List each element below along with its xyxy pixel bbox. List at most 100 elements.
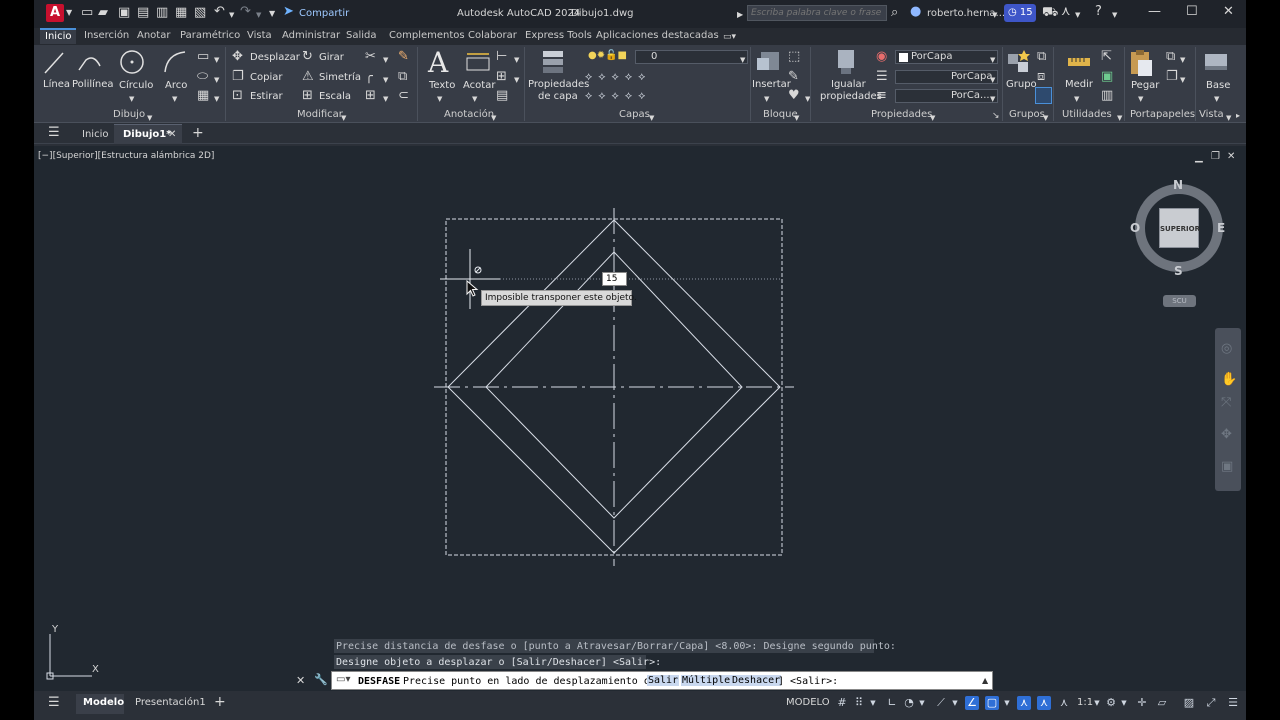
ellipse-tool-icon[interactable]: ⬭ <box>197 70 208 84</box>
move-icon[interactable]: ✥ <box>232 50 243 64</box>
workspace-gear-icon[interactable]: ⚙ <box>1104 696 1118 710</box>
array-dropdown-icon[interactable]: ▼ <box>383 92 388 106</box>
lineweight-dropdown-chevron-icon[interactable]: ▼ <box>990 92 995 106</box>
group-selection-toggle[interactable] <box>1035 87 1052 104</box>
ungroup-icon[interactable]: ⧉ <box>1037 50 1046 64</box>
tab-administrar[interactable]: Administrar <box>282 30 340 41</box>
scale-label[interactable]: Escala <box>319 91 351 102</box>
panel-utilidades-expand-icon[interactable]: ▼ <box>1117 111 1122 125</box>
object-snap-tracking-icon[interactable]: ∠ <box>965 696 979 710</box>
offset-icon[interactable]: ⊂ <box>398 89 409 103</box>
close-icon[interactable]: ✕ <box>1223 5 1234 19</box>
share-icon[interactable]: ➤ <box>283 5 294 19</box>
polyline-tool-icon[interactable] <box>76 50 104 76</box>
text-dropdown-icon[interactable]: ▼ <box>437 92 442 106</box>
tab-aplicaciones-destacadas[interactable]: Aplicaciones destacadas <box>596 30 719 41</box>
compass-east[interactable]: E <box>1217 221 1225 235</box>
stretch-label[interactable]: Estirar <box>250 91 283 102</box>
command-customize-icon[interactable]: 🔧 <box>314 673 328 687</box>
compass-north[interactable]: N <box>1173 178 1183 192</box>
undo-dropdown-icon[interactable]: ▼ <box>229 8 234 22</box>
polyline-tool-label[interactable]: Polilínea <box>72 79 114 90</box>
circle-tool-icon[interactable] <box>118 48 146 76</box>
steering-wheel-icon[interactable]: ◎ <box>1221 342 1232 356</box>
panel-grupos-expand-icon[interactable]: ▼ <box>1043 111 1048 125</box>
new-file-icon[interactable]: ▭ <box>81 6 93 20</box>
lineweight-icon[interactable]: ≡ <box>876 89 887 103</box>
arc-tool-icon[interactable] <box>161 48 189 76</box>
linetype-dropdown[interactable]: PorCapa <box>895 70 998 84</box>
panel-label-grupos[interactable]: Grupos <box>1009 109 1045 120</box>
scale-icon[interactable]: ⊞ <box>302 89 313 103</box>
undo-icon[interactable]: ↶ <box>214 5 225 19</box>
auto-scale-icon[interactable]: ⋏ <box>1037 696 1051 710</box>
paste-icon[interactable] <box>1128 48 1154 78</box>
quick-select-icon[interactable]: ⇱ <box>1101 50 1112 64</box>
trim-dropdown-icon[interactable]: ▼ <box>383 53 388 67</box>
fillet-dropdown-icon[interactable]: ▼ <box>383 73 388 87</box>
share-button[interactable]: Compartir <box>299 8 349 19</box>
color-dropdown[interactable]: PorCapa <box>895 50 998 64</box>
app-dropdown-icon[interactable]: ▼ <box>1075 8 1080 22</box>
rotate-label[interactable]: Girar <box>319 52 344 63</box>
stretch-icon[interactable]: ⊡ <box>232 89 243 103</box>
cut-dropdown-icon[interactable]: ▼ <box>1180 73 1185 87</box>
panel-label-utilidades[interactable]: Utilidades <box>1062 109 1112 120</box>
base-view-dropdown-icon[interactable]: ▼ <box>1214 92 1219 106</box>
rectangle-tool-icon[interactable]: ▭ <box>197 50 209 64</box>
annotation-table-icon[interactable]: ▤ <box>496 89 508 103</box>
edit-block-icon[interactable]: ✎ <box>788 70 799 84</box>
compass-south[interactable]: S <box>1174 264 1183 278</box>
circle-dropdown-icon[interactable]: ▼ <box>129 92 134 106</box>
layer-properties-label-2[interactable]: de capa <box>538 91 578 102</box>
color-wheel-icon[interactable]: ◉ <box>876 50 887 64</box>
tab-inicio[interactable]: Inicio <box>40 28 77 44</box>
option-deshacer[interactable]: Deshacer <box>731 675 782 686</box>
workspace-dropdown-icon[interactable]: ▼ <box>1117 696 1131 710</box>
insert-dropdown-icon[interactable]: ▼ <box>764 92 769 106</box>
viewcube-top-face[interactable]: SUPERIOR <box>1159 208 1200 248</box>
grid-icon[interactable]: # <box>835 696 849 710</box>
leader-dropdown-icon[interactable]: ▼ <box>514 53 519 67</box>
insert-block-label[interactable]: Insertar <box>752 79 791 90</box>
notifications-badge[interactable]: ◷ 15 <box>1004 4 1036 22</box>
layer-properties-label-1[interactable]: Propiedades <box>528 79 589 90</box>
dimension-tool-label[interactable]: Acotar <box>463 80 495 91</box>
panel-capas-expand-icon[interactable]: ▼ <box>649 111 654 125</box>
layout-menu-icon[interactable]: ☰ <box>48 696 60 710</box>
annotation-monitor-icon[interactable]: ⋏ <box>1057 696 1071 710</box>
ribbon-minimize-icon[interactable]: ▭▾ <box>723 30 736 44</box>
select-all-icon[interactable]: ▣ <box>1101 70 1113 84</box>
isodraft-icon[interactable]: ⟋ <box>934 696 948 710</box>
scale-dropdown-icon[interactable]: ▼ <box>1090 696 1104 710</box>
save-as-icon[interactable]: ▤ <box>137 6 149 20</box>
autodesk-app-icon[interactable]: ⋏ <box>1061 5 1071 19</box>
group-label[interactable]: Grupo <box>1006 79 1037 90</box>
panel-modificar-expand-icon[interactable]: ▼ <box>341 111 346 125</box>
hatch-tool-icon[interactable]: ▦ <box>197 89 209 103</box>
clean-screen-icon[interactable]: ▨ <box>1182 696 1196 710</box>
base-view-label[interactable]: Base <box>1206 80 1230 91</box>
panel-dibujo-expand-icon[interactable]: ▼ <box>147 111 152 125</box>
layer-dropdown[interactable]: 0 <box>635 50 748 64</box>
open-web-icon[interactable]: ▥ <box>156 6 168 20</box>
paste-label[interactable]: Pegar <box>1131 80 1159 91</box>
open-folder-icon[interactable]: ▰ <box>98 6 108 20</box>
block-attribute-icon[interactable]: ♥ <box>788 89 800 103</box>
option-multiple[interactable]: Múltiple <box>681 675 732 686</box>
tab-parametrico[interactable]: Paramétrico <box>180 30 240 41</box>
search-icon[interactable]: ⌕ <box>891 6 898 20</box>
measure-icon[interactable] <box>1066 50 1092 74</box>
annotation-visibility-icon[interactable]: ⋏ <box>1017 696 1031 710</box>
layer-state-icons[interactable]: ●✹🔓■ <box>588 50 627 61</box>
object-snap-dropdown-icon[interactable]: ▼ <box>1000 696 1014 710</box>
measure-label[interactable]: Medir <box>1065 79 1093 90</box>
insert-block-icon[interactable] <box>755 48 783 76</box>
new-tab-icon[interactable]: + <box>192 126 204 140</box>
snap-icon[interactable]: ⠿ <box>852 696 866 710</box>
cut-icon[interactable]: ❐ <box>1166 70 1178 84</box>
fullscreen-icon[interactable]: ⤢ <box>1204 696 1218 710</box>
zoom-extents-icon[interactable]: ⤧ <box>1221 396 1231 410</box>
showmotion-icon[interactable]: ▣ <box>1221 460 1233 474</box>
circle-tool-label[interactable]: Círculo <box>119 80 153 91</box>
